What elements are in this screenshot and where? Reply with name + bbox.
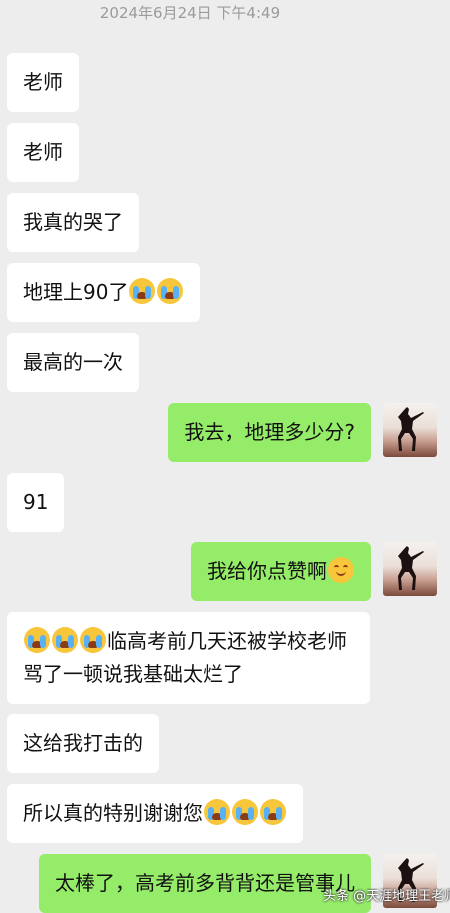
message-bubble-incoming[interactable]: 临高考前几天还被学校老师骂了一顿说我基础太烂了: [7, 612, 370, 704]
message-text: 太棒了，高考前多背背还是管事儿: [55, 871, 355, 895]
smiling-face-icon: [328, 557, 354, 583]
message-text: 我真的哭了: [23, 210, 123, 234]
message-text: 最高的一次: [23, 350, 123, 374]
loudly-crying-face-icon: [24, 627, 50, 653]
loudly-crying-face-icon: [157, 278, 184, 304]
chat-timestamp: 2024年6月24日 下午4:49: [99, 4, 281, 22]
message-bubble-outgoing[interactable]: 我给你点赞啊: [191, 542, 371, 601]
message-bubble-incoming[interactable]: 老师: [7, 53, 79, 112]
message-bubble-incoming[interactable]: 91: [7, 473, 65, 532]
message-bubble-incoming[interactable]: 我真的哭了: [7, 193, 139, 252]
message-text: 老师: [23, 140, 63, 164]
loudly-crying-face-icon: [80, 627, 106, 653]
loudly-crying-face-icon: [260, 799, 286, 825]
loudly-crying-face-icon: [204, 799, 230, 825]
user-avatar[interactable]: [383, 403, 437, 457]
message-bubble-incoming[interactable]: 这给我打击的: [7, 714, 159, 773]
watermark: 头条 @天涯地理王老师: [323, 889, 450, 904]
message-text: 这给我打击的: [23, 731, 143, 755]
message-bubble-incoming[interactable]: 所以真的特别谢谢您: [7, 784, 303, 843]
message-text: 地理上90了: [23, 280, 129, 304]
message-text: 91: [23, 490, 49, 514]
horse-rider-silhouette-icon: [398, 407, 424, 451]
loudly-crying-face-icon: [232, 799, 258, 825]
user-avatar[interactable]: [383, 542, 437, 596]
horse-rider-silhouette-icon: [398, 546, 424, 590]
loudly-crying-face-icon: [129, 278, 156, 304]
message-bubble-incoming[interactable]: 老师: [7, 123, 79, 182]
message-bubble-outgoing[interactable]: 我去，地理多少分?: [168, 403, 371, 462]
message-text: 我去，地理多少分?: [184, 420, 355, 444]
loudly-crying-face-icon: [52, 627, 78, 653]
message-text: 我给你点赞啊: [207, 559, 327, 583]
message-bubble-incoming[interactable]: 地理上90了: [7, 263, 201, 322]
message-text: 老师: [23, 70, 63, 94]
message-bubble-incoming[interactable]: 最高的一次: [7, 333, 139, 392]
message-bubble-outgoing[interactable]: 太棒了，高考前多背背还是管事儿: [39, 854, 371, 913]
message-text: 所以真的特别谢谢您: [23, 801, 203, 825]
